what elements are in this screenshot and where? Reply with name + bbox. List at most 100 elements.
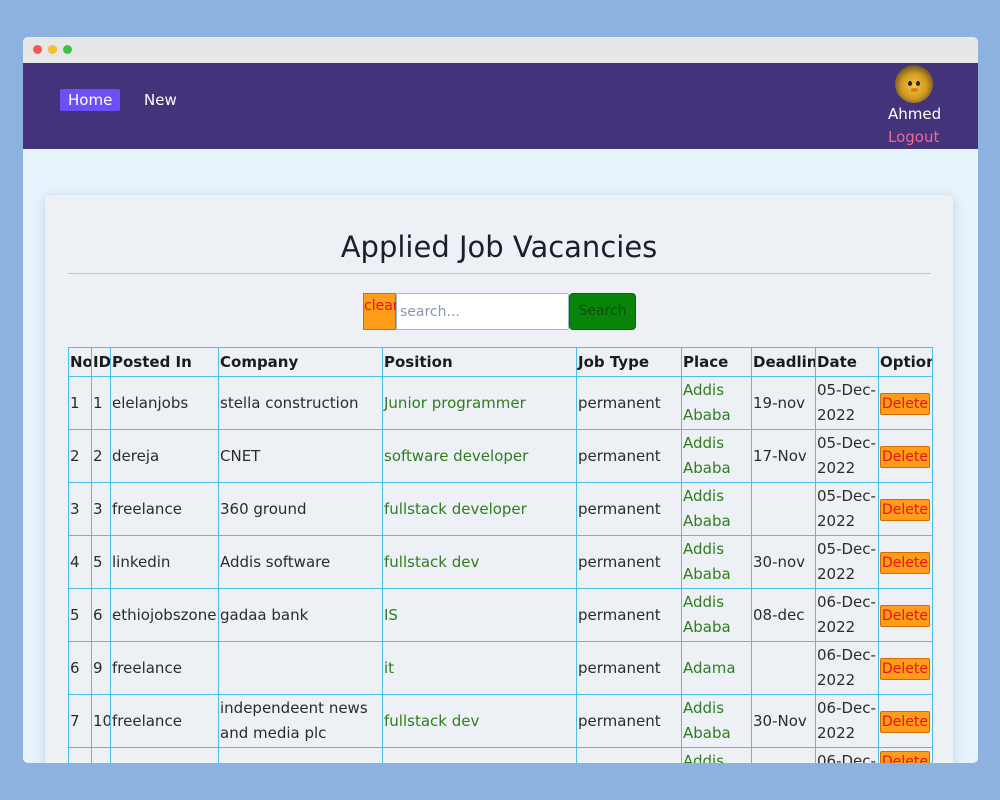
window-titlebar [23, 37, 978, 63]
applied-jobs-card: Applied Job Vacancies clear Search No ID… [45, 195, 953, 763]
cell-posted-in [110, 747, 219, 763]
title-divider [68, 273, 931, 274]
cell-option: Delete [878, 429, 933, 483]
column-header-deadline: Deadline [751, 347, 816, 377]
cell-company: stella construction [218, 376, 383, 430]
cell-place: Addis [681, 747, 752, 763]
table-row: 6 9 freelance it permanent Adama 06-Dec-… [68, 641, 933, 695]
cell-option: Delete [878, 588, 933, 642]
cell-job-type: permanent [576, 535, 682, 589]
column-header-job-type: Job Type [576, 347, 682, 377]
close-window-icon[interactable] [33, 45, 42, 54]
search-button[interactable]: Search [569, 293, 636, 330]
cell-no: 7 [68, 694, 92, 748]
column-header-place: Place [681, 347, 752, 377]
nav-home-link[interactable]: Home [60, 89, 121, 111]
logout-link[interactable]: Logout [888, 128, 939, 146]
column-header-no: No [68, 347, 92, 377]
cell-posted-in: freelance [110, 694, 219, 748]
cell-job-type: permanent [576, 641, 682, 695]
user-avatar[interactable] [895, 65, 933, 103]
delete-button[interactable]: Delete [880, 392, 930, 415]
cell-posted-in: freelance [110, 482, 219, 536]
applied-jobs-table: No ID Posted In Company Position Job Typ… [68, 347, 933, 763]
user-name: Ahmed [888, 105, 942, 123]
cell-date: 05-Dec-2022 [815, 482, 879, 536]
delete-button[interactable]: Delete [880, 604, 930, 627]
cell-date: 05-Dec-2022 [815, 429, 879, 483]
column-header-id: ID [91, 347, 111, 377]
cell-deadline [751, 641, 816, 695]
cell-position: Junior programmer [382, 376, 577, 430]
cell-position: IS [382, 588, 577, 642]
clear-button[interactable]: clear [363, 293, 399, 330]
table-row: 1 1 elelanjobs stella construction Junio… [68, 376, 933, 430]
cell-posted-in: freelance [110, 641, 219, 695]
table-row: 7 10 freelance independeent news and med… [68, 694, 933, 748]
delete-button[interactable]: Delete [880, 551, 930, 574]
cell-option: Delete [878, 641, 933, 695]
cell-deadline [751, 747, 816, 763]
cell-company: gadaa bank [218, 588, 383, 642]
minimize-window-icon[interactable] [48, 45, 57, 54]
column-header-option: Option [878, 347, 933, 377]
cell-id: 9 [91, 641, 111, 695]
table-row: 2 2 dereja CNET software developer perma… [68, 429, 933, 483]
cell-no: 5 [68, 588, 92, 642]
table-row: 3 3 freelance 360 ground fullstack devel… [68, 482, 933, 536]
cell-date: 05-Dec-2022 [815, 535, 879, 589]
cell-date: 06-Dec-2022 [815, 641, 879, 695]
cell-no: 2 [68, 429, 92, 483]
delete-button[interactable]: Delete [880, 657, 930, 680]
cell-posted-in: ethiojobszone [110, 588, 219, 642]
cell-id [91, 747, 111, 763]
cell-date: 05-Dec-2022 [815, 376, 879, 430]
cell-company: 360 ground [218, 482, 383, 536]
cell-id: 1 [91, 376, 111, 430]
table-header-row: No ID Posted In Company Position Job Typ… [68, 347, 933, 377]
cell-company: CNET [218, 429, 383, 483]
cell-date: 06-Dec-2022 [815, 588, 879, 642]
delete-button[interactable]: Delete [880, 445, 930, 468]
cell-place: Addis Ababa [681, 376, 752, 430]
cell-position: it [382, 641, 577, 695]
table-row: Addis 06-Dec- Delete [68, 747, 933, 763]
cell-position [382, 747, 577, 763]
cell-position: fullstack dev [382, 694, 577, 748]
cell-job-type: permanent [576, 482, 682, 536]
cell-posted-in: linkedin [110, 535, 219, 589]
cell-id: 10 [91, 694, 111, 748]
top-navbar: Home New Ahmed Logout [23, 63, 978, 149]
cell-deadline: 30-nov [751, 535, 816, 589]
cell-place: Addis Ababa [681, 588, 752, 642]
cell-date: 06-Dec-2022 [815, 694, 879, 748]
cell-posted-in: elelanjobs [110, 376, 219, 430]
cell-company: Addis software [218, 535, 383, 589]
column-header-date: Date [815, 347, 879, 377]
cell-position: fullstack dev [382, 535, 577, 589]
cell-job-type: permanent [576, 588, 682, 642]
cell-option: Delete [878, 376, 933, 430]
cell-no [68, 747, 92, 763]
nav-new-link[interactable]: New [144, 89, 177, 111]
delete-button[interactable]: Delete [880, 751, 930, 763]
cell-no: 3 [68, 482, 92, 536]
delete-button[interactable]: Delete [880, 710, 930, 733]
cell-option: Delete [878, 747, 933, 763]
cell-deadline [751, 482, 816, 536]
search-input[interactable] [396, 293, 569, 330]
column-header-position: Position [382, 347, 577, 377]
delete-button[interactable]: Delete [880, 498, 930, 521]
maximize-window-icon[interactable] [63, 45, 72, 54]
column-header-posted-in: Posted In [110, 347, 219, 377]
avatar-eye-icon [908, 81, 912, 86]
cell-id: 2 [91, 429, 111, 483]
cell-position: fullstack developer [382, 482, 577, 536]
cell-place: Addis Ababa [681, 535, 752, 589]
cell-job-type [576, 747, 682, 763]
cell-no: 6 [68, 641, 92, 695]
cell-place: Addis Ababa [681, 694, 752, 748]
cell-job-type: permanent [576, 376, 682, 430]
cell-option: Delete [878, 482, 933, 536]
table-row: 5 6 ethiojobszone gadaa bank IS permanen… [68, 588, 933, 642]
